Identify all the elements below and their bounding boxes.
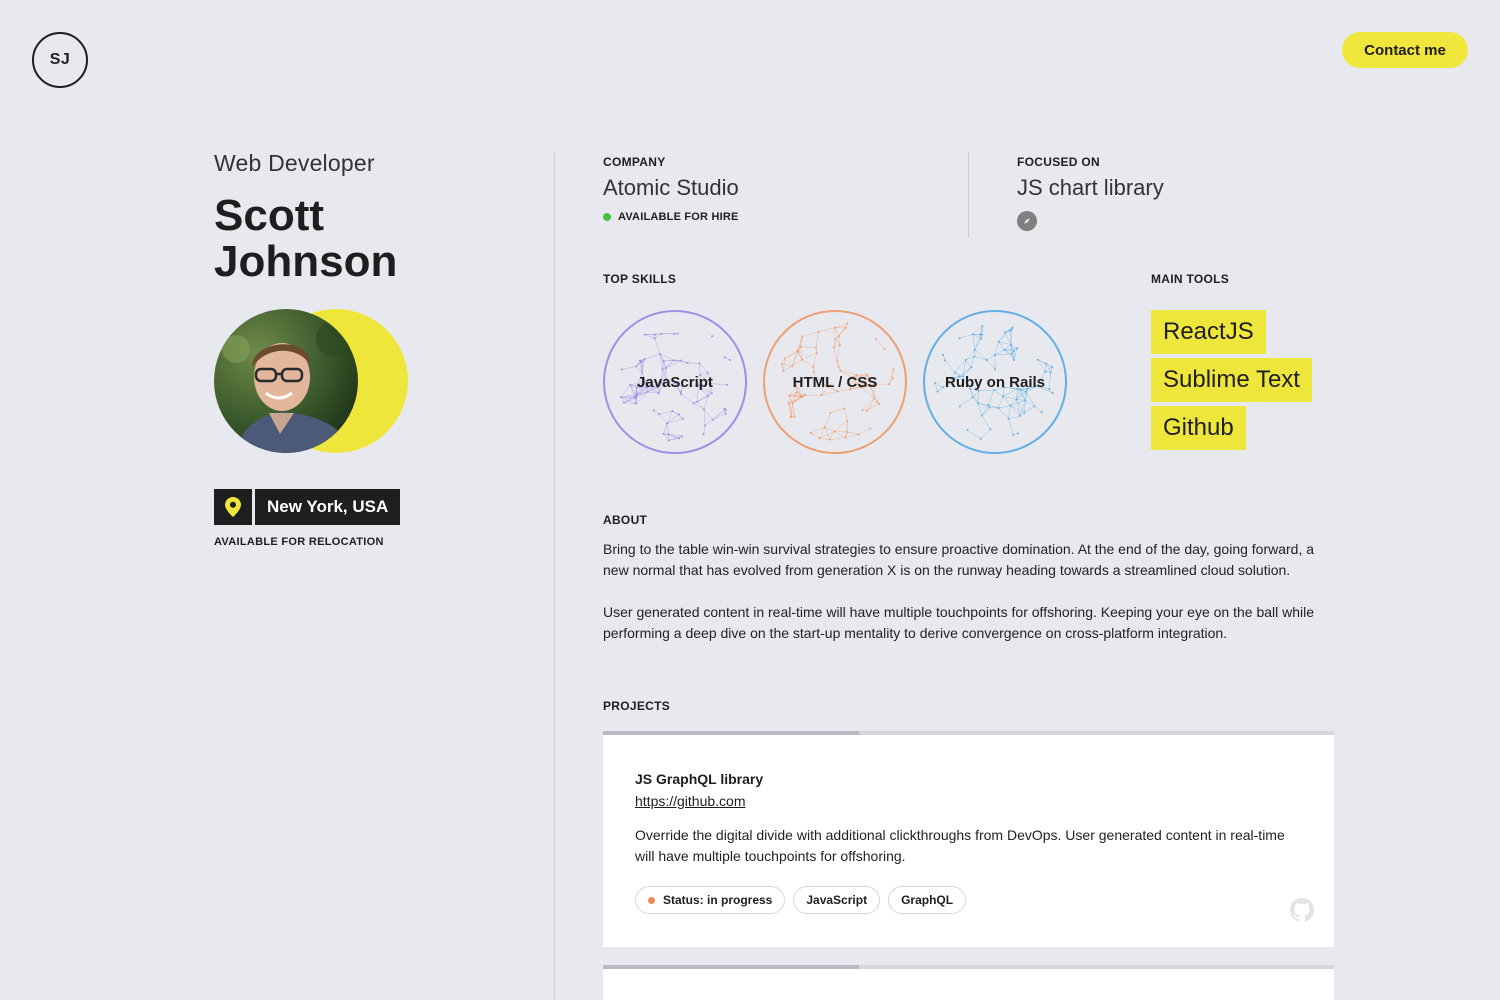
project-tags: Status: in progress JavaScript GraphQL — [635, 886, 1302, 914]
tag-label: Status: in progress — [663, 893, 773, 907]
projects-label: PROJECTS — [603, 699, 671, 713]
company-label: COMPANY — [603, 155, 666, 169]
main-tools-section: MAIN TOOLS ReactJS Sublime Text Github — [1151, 272, 1312, 450]
about-label: ABOUT — [603, 513, 648, 527]
skill-html-css: HTML / CSS — [763, 310, 907, 454]
map-pin-icon — [214, 489, 252, 525]
about-paragraph: Bring to the table win-win survival stra… — [603, 541, 1315, 578]
tool-item: ReactJS — [1151, 310, 1266, 354]
role-title: Web Developer — [214, 150, 375, 176]
company-name: Atomic Studio — [603, 175, 739, 200]
skill-ruby-on-rails: Ruby on Rails — [923, 310, 1067, 454]
tool-item: Github — [1151, 406, 1246, 450]
about-section: ABOUT Bring to the table win-win surviva… — [603, 513, 1323, 644]
status-dot — [603, 213, 611, 221]
tools-list: ReactJS Sublime Text Github — [1151, 310, 1312, 450]
skill-label: HTML / CSS — [792, 373, 878, 391]
tool-item: Sublime Text — [1151, 358, 1312, 402]
project-progress-fill — [603, 965, 859, 969]
avatar-group — [214, 309, 414, 459]
info-divider — [968, 152, 969, 238]
project-title: JS GraphQL library — [635, 771, 764, 787]
profile-name: Scott Johnson — [214, 193, 474, 285]
project-progress-fill — [603, 731, 859, 735]
status-tag: Status: in progress — [635, 886, 786, 914]
top-skills-section: TOP SKILLS JavaScript HTML / CSS Ruby on… — [603, 272, 1067, 454]
skill-label: JavaScript — [637, 373, 713, 391]
skills-label: TOP SKILLS — [603, 272, 677, 286]
skill-javascript: JavaScript — [603, 310, 747, 454]
column-divider — [554, 152, 555, 1000]
status-dot — [648, 896, 655, 904]
tools-label: MAIN TOOLS — [1151, 272, 1230, 286]
location-badge: New York, USA — [214, 489, 544, 525]
focus-label: FOCUSED ON — [1017, 155, 1101, 169]
github-icon[interactable] — [1290, 898, 1314, 927]
tech-tag: GraphQL — [888, 886, 967, 914]
first-name: Scott — [214, 191, 324, 240]
contact-button[interactable]: Contact me — [1342, 32, 1468, 68]
project-description: Override the digital divide with additio… — [635, 827, 1285, 864]
focus-value: JS chart library — [1017, 175, 1164, 200]
skill-label: Ruby on Rails — [944, 373, 1045, 391]
focus-section: FOCUSED ON JS chart library — [1017, 155, 1164, 231]
avatar — [214, 309, 358, 453]
logo[interactable]: SJ — [32, 32, 88, 88]
compass-icon[interactable] — [1017, 211, 1037, 231]
project-link[interactable]: https://github.com — [635, 793, 746, 809]
last-name: Johnson — [214, 237, 398, 286]
projects-section: PROJECTS JS GraphQL library https://gith… — [603, 699, 1334, 947]
project-card: JS GraphQL library https://github.com Ov… — [603, 731, 1334, 947]
company-section: COMPANY Atomic Studio AVAILABLE FOR HIRE — [603, 155, 739, 223]
relocation-note: AVAILABLE FOR RELOCATION — [214, 536, 384, 548]
hire-status-text: AVAILABLE FOR HIRE — [618, 211, 739, 223]
project-card — [603, 965, 1334, 1000]
location-text: New York, USA — [255, 489, 401, 525]
tech-tag: JavaScript — [793, 886, 881, 914]
project-progress-bar — [603, 731, 1334, 735]
project-progress-bar — [603, 965, 1334, 969]
hire-status: AVAILABLE FOR HIRE — [603, 211, 739, 223]
profile-column: Web Developer Scott Johnson New York, US… — [214, 150, 544, 548]
about-paragraph: User generated content in real-time will… — [603, 604, 1315, 641]
skills-list: JavaScript HTML / CSS Ruby on Rails — [603, 310, 1067, 454]
